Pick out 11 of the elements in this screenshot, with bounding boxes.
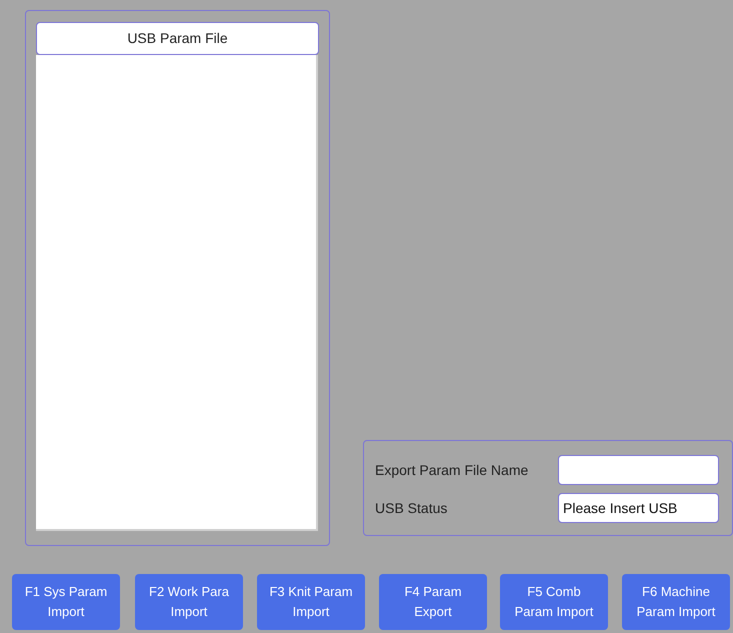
text-field[interactable] (558, 455, 719, 485)
field-label: Export Param File Name (375, 460, 530, 480)
function-button[interactable]: F2 Work Para Import (135, 574, 243, 630)
function-button[interactable]: F1 Sys Param Import (12, 574, 120, 630)
function-button[interactable]: F3 Knit Param Import (257, 574, 365, 630)
field-label: USB Status (375, 498, 448, 518)
list-header: USB Param File (36, 22, 319, 55)
function-button[interactable]: F6 Machine Param Import (622, 574, 730, 630)
function-button[interactable]: F4 Param Export (379, 574, 487, 630)
function-button[interactable]: F5 Comb Param Import (500, 574, 608, 630)
text-field[interactable]: Please Insert USB (558, 493, 719, 523)
